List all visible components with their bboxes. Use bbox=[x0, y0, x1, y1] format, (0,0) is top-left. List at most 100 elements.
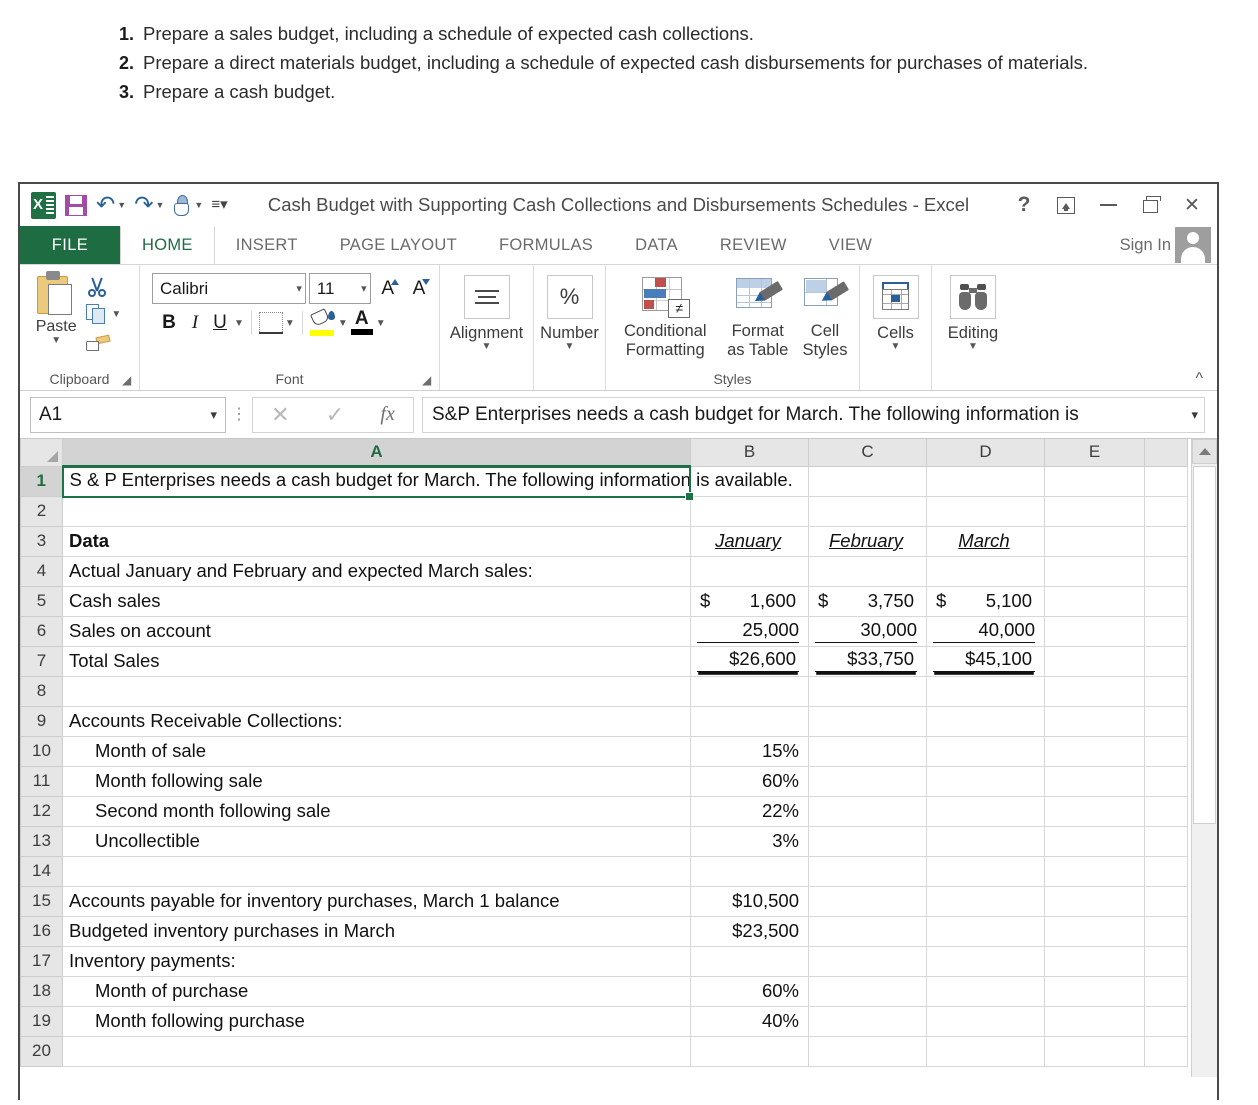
cell-E2[interactable] bbox=[1044, 495, 1145, 527]
row-header-17[interactable]: 17 bbox=[20, 945, 63, 977]
cell-A11[interactable]: Month following sale bbox=[62, 765, 691, 797]
cell-C15[interactable] bbox=[808, 885, 927, 917]
cell-B12[interactable]: 22% bbox=[690, 795, 809, 827]
close-button[interactable]: ✕ bbox=[1171, 186, 1213, 224]
cell-E10[interactable] bbox=[1044, 735, 1145, 767]
cell-C12[interactable] bbox=[808, 795, 927, 827]
cell-C14[interactable] bbox=[808, 855, 927, 887]
cell-E6[interactable] bbox=[1044, 615, 1145, 647]
cell-B17[interactable] bbox=[690, 945, 809, 977]
cell-D1[interactable] bbox=[926, 465, 1045, 497]
ribbon-display-options-icon[interactable] bbox=[1045, 186, 1087, 224]
cell-F10[interactable] bbox=[1144, 735, 1188, 767]
row-header-19[interactable]: 19 bbox=[20, 1005, 63, 1037]
cell-A19[interactable]: Month following purchase bbox=[62, 1005, 691, 1037]
cell-F3[interactable] bbox=[1144, 525, 1188, 557]
cell-D19[interactable] bbox=[926, 1005, 1045, 1037]
cell-C18[interactable] bbox=[808, 975, 927, 1007]
cell-A1[interactable]: S & P Enterprises needs a cash budget fo… bbox=[62, 465, 793, 497]
cell-A10[interactable]: Month of sale bbox=[62, 735, 691, 767]
row-header-2[interactable]: 2 bbox=[20, 495, 63, 527]
cell-B8[interactable] bbox=[690, 675, 809, 707]
copy-button[interactable]: ▼ bbox=[86, 301, 133, 328]
cell-B15[interactable]: $10,500 bbox=[690, 885, 809, 917]
cell-B13[interactable]: 3% bbox=[690, 825, 809, 857]
tab-data[interactable]: DATA bbox=[614, 226, 699, 264]
cell-D8[interactable] bbox=[926, 675, 1045, 707]
cell-B9[interactable] bbox=[690, 705, 809, 737]
sign-in-area[interactable]: Sign In bbox=[1120, 226, 1211, 264]
cell-C2[interactable] bbox=[808, 495, 927, 527]
cell-E13[interactable] bbox=[1044, 825, 1145, 857]
cell-F14[interactable] bbox=[1144, 855, 1188, 887]
cell-F2[interactable] bbox=[1144, 495, 1188, 527]
collapse-ribbon-button[interactable]: ^ bbox=[1195, 371, 1203, 387]
undo-button[interactable]: ↶ ▼ bbox=[93, 190, 129, 220]
tab-file[interactable]: FILE bbox=[20, 226, 120, 264]
cell-A13[interactable]: Uncollectible bbox=[62, 825, 691, 857]
chevron-down-icon[interactable]: ▾ bbox=[296, 282, 302, 295]
cell-D3[interactable]: March bbox=[926, 525, 1045, 557]
column-header-partial[interactable] bbox=[1144, 439, 1188, 467]
cell-F11[interactable] bbox=[1144, 765, 1188, 797]
cell-B11[interactable]: 60% bbox=[690, 765, 809, 797]
row-header-14[interactable]: 14 bbox=[20, 855, 63, 887]
cell-C8[interactable] bbox=[808, 675, 927, 707]
cell-B2[interactable] bbox=[690, 495, 809, 527]
tab-page-layout[interactable]: PAGE LAYOUT bbox=[319, 226, 478, 264]
formula-input[interactable]: S&P Enterprises needs a cash budget for … bbox=[422, 396, 1205, 433]
cell-F19[interactable] bbox=[1144, 1005, 1188, 1037]
cell-F20[interactable] bbox=[1144, 1035, 1188, 1067]
underline-button[interactable]: U bbox=[208, 312, 232, 334]
cell-C4[interactable] bbox=[808, 555, 927, 587]
format-painter-button[interactable] bbox=[86, 330, 133, 357]
cell-C1[interactable] bbox=[808, 465, 927, 497]
cell-B18[interactable]: 60% bbox=[690, 975, 809, 1007]
row-header-15[interactable]: 15 bbox=[20, 885, 63, 917]
cell-E4[interactable] bbox=[1044, 555, 1145, 587]
scrollbar-track[interactable] bbox=[1192, 464, 1217, 1077]
cell-D18[interactable] bbox=[926, 975, 1045, 1007]
row-header-10[interactable]: 10 bbox=[20, 735, 63, 767]
spreadsheet-grid[interactable]: A B C D E 1S & P Enterprises needs a cas… bbox=[20, 439, 1191, 1077]
cell-A16[interactable]: Budgeted inventory purchases in March bbox=[62, 915, 691, 947]
cell-D16[interactable] bbox=[926, 915, 1045, 947]
row-header-11[interactable]: 11 bbox=[20, 765, 63, 797]
cell-D17[interactable] bbox=[926, 945, 1045, 977]
cell-C20[interactable] bbox=[808, 1035, 927, 1067]
cell-D11[interactable] bbox=[926, 765, 1045, 797]
cell-D9[interactable] bbox=[926, 705, 1045, 737]
cell-E11[interactable] bbox=[1044, 765, 1145, 797]
cell-A15[interactable]: Accounts payable for inventory purchases… bbox=[62, 885, 691, 917]
row-header-4[interactable]: 4 bbox=[20, 555, 63, 587]
cell-F13[interactable] bbox=[1144, 825, 1188, 857]
cell-C19[interactable] bbox=[808, 1005, 927, 1037]
cell-E17[interactable] bbox=[1044, 945, 1145, 977]
cell-A3[interactable]: Data bbox=[62, 525, 691, 557]
row-header-8[interactable]: 8 bbox=[20, 675, 63, 707]
chevron-down-icon[interactable]: ▼ bbox=[968, 342, 978, 352]
cell-A2[interactable] bbox=[62, 495, 691, 527]
cut-button[interactable] bbox=[86, 272, 133, 299]
vertical-scrollbar[interactable] bbox=[1191, 439, 1217, 1077]
chevron-down-icon[interactable]: ▼ bbox=[565, 342, 575, 352]
row-header-12[interactable]: 12 bbox=[20, 795, 63, 827]
cell-B7[interactable]: $26,600 bbox=[690, 645, 809, 677]
cell-F1[interactable] bbox=[1144, 465, 1188, 497]
cell-D2[interactable] bbox=[926, 495, 1045, 527]
row-header-3[interactable]: 3 bbox=[20, 525, 63, 557]
cell-C7[interactable]: $33,750 bbox=[808, 645, 927, 677]
increase-font-size-button[interactable]: A bbox=[374, 274, 402, 304]
cell-E8[interactable] bbox=[1044, 675, 1145, 707]
row-header-9[interactable]: 9 bbox=[20, 705, 63, 737]
cell-A12[interactable]: Second month following sale bbox=[62, 795, 691, 827]
cancel-formula-button[interactable]: ✕ bbox=[271, 402, 289, 428]
cell-D5[interactable]: $5,100 bbox=[926, 585, 1045, 617]
cell-A5[interactable]: Cash sales bbox=[62, 585, 691, 617]
chevron-down-icon[interactable]: ▾ bbox=[210, 407, 217, 423]
help-button[interactable]: ? bbox=[1003, 186, 1045, 224]
scroll-up-button[interactable] bbox=[1192, 439, 1217, 464]
insert-function-button[interactable]: fx bbox=[380, 403, 394, 426]
row-header-1[interactable]: 1 bbox=[20, 465, 64, 497]
tab-insert[interactable]: INSERT bbox=[215, 226, 319, 264]
